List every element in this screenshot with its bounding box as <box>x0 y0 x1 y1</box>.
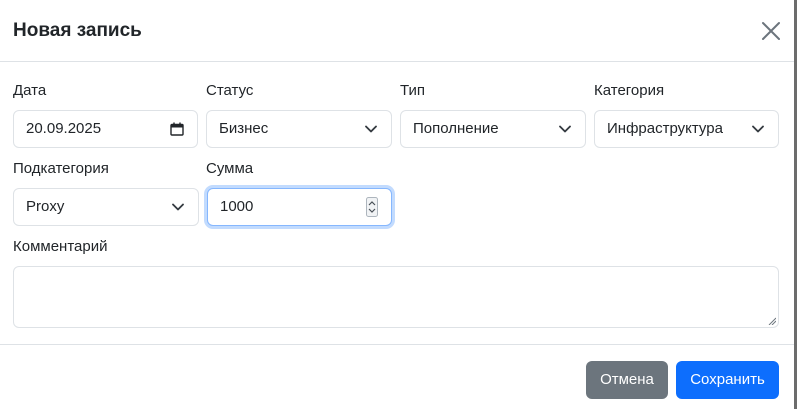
subcategory-select[interactable]: Proxy <box>13 188 199 226</box>
category-select[interactable]: Инфраструктура <box>594 110 779 148</box>
comment-label: Комментарий <box>13 238 108 255</box>
calendar-icon[interactable] <box>170 122 184 136</box>
type-label: Тип <box>400 82 426 99</box>
amount-value: 1000 <box>220 198 254 215</box>
chevron-down-icon <box>752 125 764 133</box>
chevron-down-icon <box>559 125 571 133</box>
date-label: Дата <box>13 82 47 99</box>
amount-label: Сумма <box>206 160 254 177</box>
dialog-header: Новая запись <box>0 0 794 62</box>
new-record-dialog: Новая запись Дата 20.09.2025 Статус Бизн… <box>0 0 794 409</box>
comment-textarea[interactable] <box>13 266 779 328</box>
footer-divider <box>0 344 794 345</box>
status-label: Статус <box>206 82 254 99</box>
category-label: Категория <box>594 82 665 99</box>
subcategory-label: Подкатегория <box>13 160 109 177</box>
date-value: 20.09.2025 <box>26 120 102 137</box>
status-value: Бизнес <box>219 120 269 137</box>
resize-grip-icon[interactable] <box>768 317 776 325</box>
amount-input[interactable]: 1000 <box>207 188 392 226</box>
type-value: Пополнение <box>413 120 499 137</box>
status-select[interactable]: Бизнес <box>206 110 392 148</box>
close-button[interactable] <box>760 20 782 42</box>
save-button[interactable]: Сохранить <box>676 361 779 399</box>
date-field[interactable]: 20.09.2025 <box>13 110 198 148</box>
dialog-title: Новая запись <box>13 20 142 41</box>
number-spinner-icon[interactable] <box>366 197 378 217</box>
subcategory-value: Proxy <box>26 198 65 215</box>
category-value: Инфраструктура <box>607 120 723 137</box>
cancel-button[interactable]: Отмена <box>586 361 668 399</box>
close-icon <box>760 20 782 42</box>
chevron-down-icon <box>365 125 377 133</box>
type-select[interactable]: Пополнение <box>400 110 586 148</box>
chevron-down-icon <box>172 203 184 211</box>
